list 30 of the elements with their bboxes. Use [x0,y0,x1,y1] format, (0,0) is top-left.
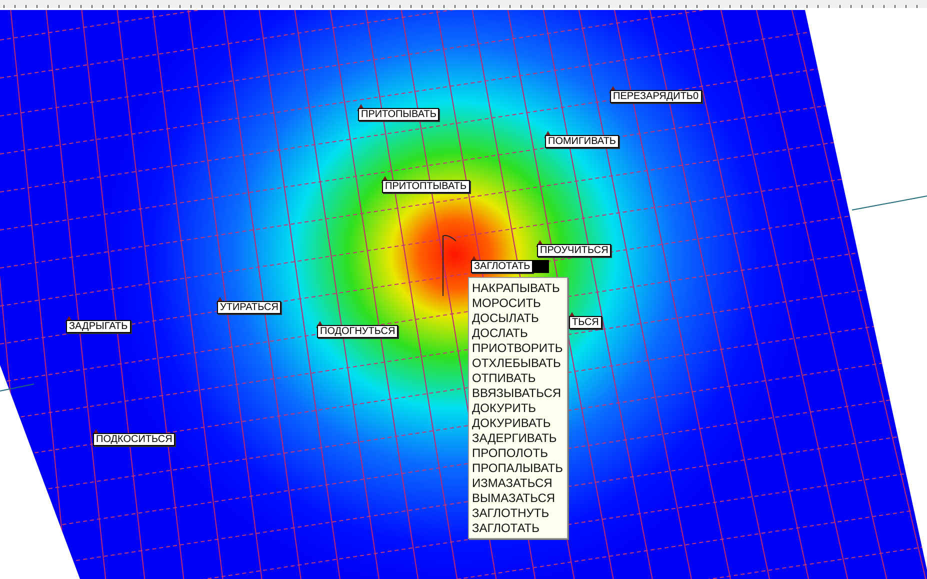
word-list-item[interactable]: ПРИОТВОРИТЬ [472,341,563,356]
word-list-item[interactable]: ОТХЛЕБЫВАТЬ [472,356,563,371]
marker-label: ТЬСЯ [569,316,602,329]
word-list-item[interactable]: ЗАДЕРГИВАТЬ [472,431,563,446]
marker-label: ПРИТОПТЫВАТЬ [382,180,470,193]
word-list-item[interactable]: ЗАГЛОТАТЬ [472,521,563,536]
word-list-item[interactable]: ДОКУРИТЬ [472,401,563,416]
cursor-block-icon [533,260,550,273]
word-list-item[interactable]: ДОКУРИВАТЬ [472,416,563,431]
marker-label: ПОМИГИВАТЬ [545,135,619,148]
word-list-item[interactable]: ОТПИВАТЬ [472,371,563,386]
word-list-item[interactable]: НАКРАПЫВАТЬ [472,281,563,296]
marker-label: УТИРАТЬСЯ [217,301,282,314]
word-list-item[interactable]: ДОСЛАТЬ [472,326,563,341]
marker-label: ПРОУЧИТЬСЯ [537,244,612,257]
word-list-item[interactable]: ВЫМАЗАТЬСЯ [472,491,563,506]
word-list-item[interactable]: ЗАГЛОТНУТЬ [472,506,563,521]
marker-label: ПЕРЕЗАРЯДИТЬ0 [610,90,702,103]
word-list-item[interactable]: МОРОСИТЬ [472,296,563,311]
word-list-item[interactable]: ПРОПАЛЫВАТЬ [472,461,563,476]
marker-label: ПОДОГНУТЬСЯ [317,325,398,338]
word-list-item[interactable]: ИЗМАЗАТЬСЯ [472,476,563,491]
marker-label: ЗАДРЫГАТЬ [66,320,131,333]
axis-line [0,384,34,392]
marker-label: ЗАГЛОТАТЬ [471,260,534,273]
word-list-item[interactable]: ДОСЫЛАТЬ [472,311,563,326]
marker-label: ПОДКОСИТЬСЯ [93,433,176,446]
word-list-item[interactable]: ВВЯЗЫВАТЬСЯ [472,386,563,401]
word-list-item[interactable]: ПРОПОЛОТЬ [472,446,563,461]
marker-label: ПРИТОПЫВАТЬ [358,108,440,121]
